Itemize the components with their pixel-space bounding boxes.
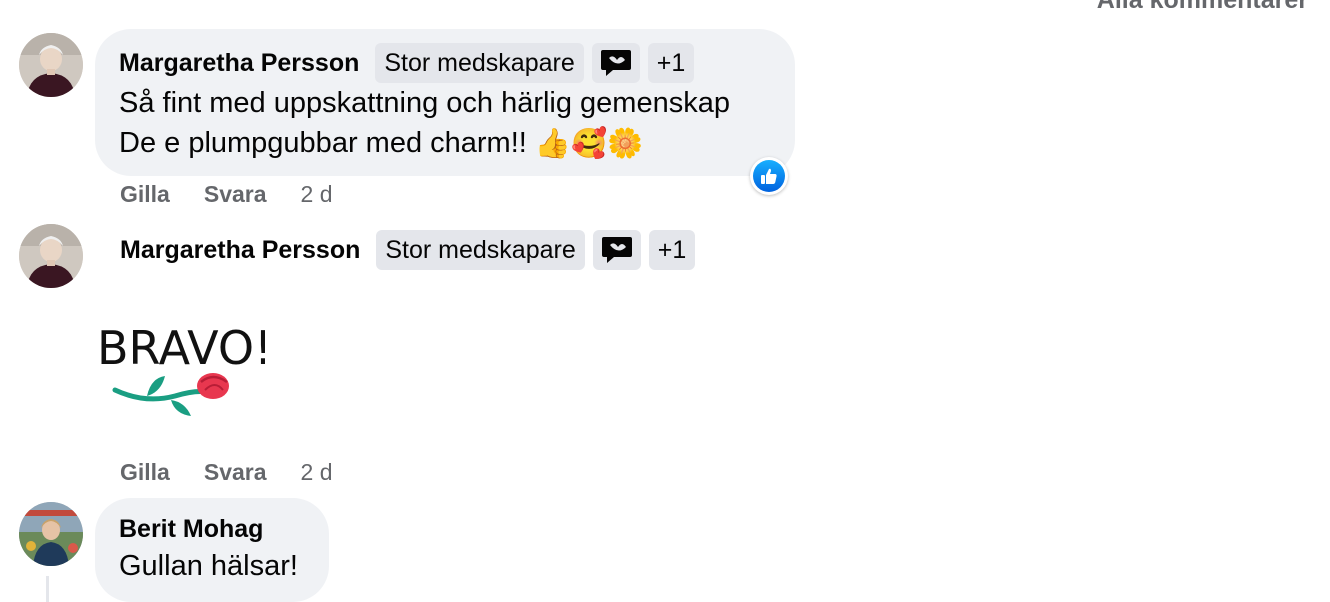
bravo-sticker[interactable]: BRAVO! (95, 316, 273, 426)
avatar-photo (19, 502, 83, 566)
avatar-photo (19, 224, 83, 288)
thumbs-up-emoji: 👍 (534, 128, 571, 161)
all-comments-link[interactable]: Alla kommentarer (1097, 0, 1308, 15)
avatar[interactable] (19, 224, 83, 288)
chat-bubble-icon[interactable] (592, 230, 641, 270)
sticker-text: BRAVO! (97, 321, 265, 375)
chat-bubble-icon-glyph (601, 237, 632, 263)
comment-line-1: Gullan hälsar! (119, 550, 298, 582)
thread-line (46, 576, 49, 602)
avatar-photo (19, 33, 83, 97)
author-name[interactable]: Berit Mohag (119, 512, 297, 546)
comment-bubble: Margaretha Persson Stor medskapare +1 Så… (95, 29, 795, 176)
comment-line-1: Så fint med uppskattning och härlig geme… (119, 87, 730, 119)
like-button[interactable]: Gilla (120, 459, 170, 486)
comment-header: Margaretha Persson Stor medskapare +1 (120, 230, 696, 270)
comment-header: Margaretha Persson Stor medskapare +1 (119, 43, 771, 83)
comment-actions: Gilla Svara 2 d (120, 459, 333, 486)
top-fan-badge[interactable]: Stor medskapare (375, 43, 584, 83)
comment-bubble: Berit Mohag Gullan hälsar! (95, 498, 329, 602)
top-fan-badge[interactable]: Stor medskapare (376, 230, 585, 270)
bravo-rose-sticker-image: BRAVO! (97, 321, 273, 416)
comment-line-2-text: De e plumpgubbar med charm!! (119, 127, 527, 159)
thumbs-up-icon (761, 168, 777, 184)
timestamp[interactable]: 2 d (301, 181, 333, 208)
avatar[interactable] (19, 33, 83, 97)
comment-line-2: De e plumpgubbar med charm!! 👍🥰🌼 (119, 123, 771, 164)
reply-button[interactable]: Svara (204, 181, 267, 208)
more-badges[interactable]: +1 (648, 230, 696, 270)
comment-actions: Gilla Svara 2 d (120, 181, 333, 208)
timestamp[interactable]: 2 d (301, 459, 333, 486)
blossom-emoji: 🌼 (607, 128, 644, 161)
reply-button[interactable]: Svara (204, 459, 267, 486)
author-name[interactable]: Margaretha Persson (120, 236, 360, 265)
avatar[interactable] (19, 502, 83, 566)
like-icon (753, 160, 785, 192)
author-name[interactable]: Margaretha Persson (119, 49, 359, 78)
chat-bubble-icon-glyph (600, 50, 631, 76)
more-badges[interactable]: +1 (647, 43, 695, 83)
chat-bubble-icon[interactable] (591, 43, 640, 83)
like-reaction-badge[interactable] (750, 157, 788, 195)
smiling-hearts-emoji: 🥰 (570, 128, 608, 161)
like-button[interactable]: Gilla (120, 181, 170, 208)
